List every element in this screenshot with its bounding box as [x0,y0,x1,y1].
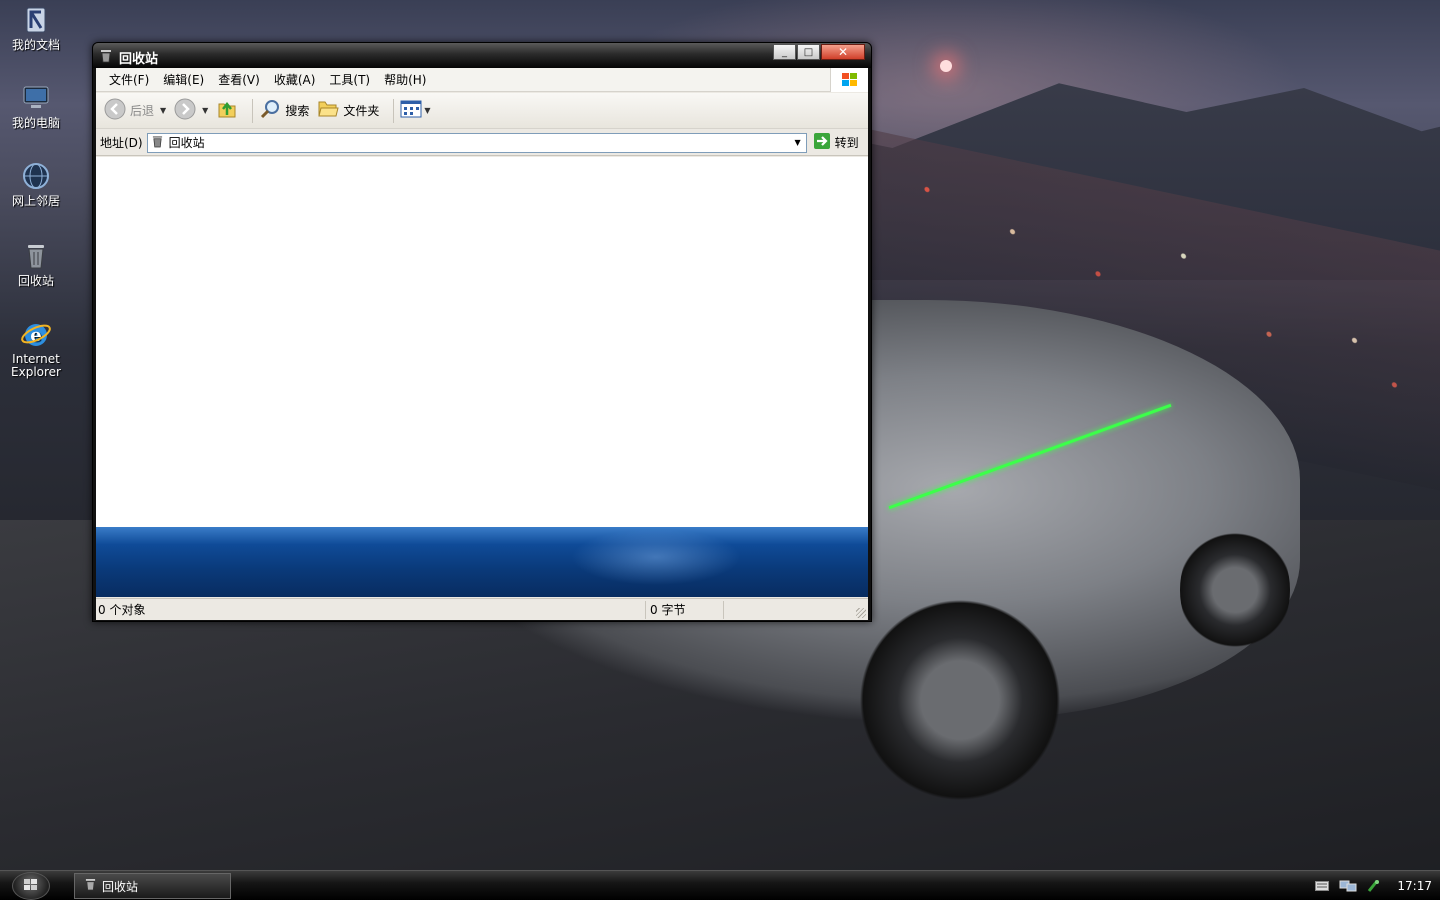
desktop-icon-label: 回收站 [17,274,54,288]
desktop-icon-label: Internet Explorer [11,352,61,379]
wallpaper-car-front-wheel [860,580,1060,820]
toolbar-separator [393,98,395,123]
windows-logo-icon [23,878,39,895]
status-bar: 0 个对象 0 字节 [96,598,868,620]
resize-grip[interactable] [856,608,866,618]
recycle-bin-icon [100,49,112,66]
go-label: 转到 [834,136,859,150]
wallpaper-car-rear-wheel [1180,520,1290,660]
address-bar: 地址(D) 回收站 ▼ 转到 [96,130,868,156]
status-object-count: 0 个对象 [96,600,646,619]
menu-favorites[interactable]: 收藏(A) [267,69,323,90]
maximize-icon: □ [803,46,814,58]
back-dropdown-icon[interactable]: ▼ [160,106,166,115]
window-client-area: 文件(F) 编辑(E) 查看(V) 收藏(A) 工具(T) 帮助(H) 后退 ▼ [96,68,868,620]
standard-toolbar: 后退 ▼ ▼ 搜索 文件夹 ▼ [96,93,868,129]
desktop-icon-label: 我的电脑 [11,116,60,130]
desktop-icon-label: 网上邻居 [11,194,60,208]
start-button[interactable] [12,872,50,900]
go-button[interactable]: 转到 [813,132,859,153]
file-list-area[interactable] [96,157,868,597]
system-tray: 17:17 [1315,871,1440,900]
desktop-icon-recycle-bin[interactable]: 回收站 [4,240,68,288]
desktop-icon-my-computer[interactable]: 我的电脑 [4,82,68,130]
recycle-bin-icon [152,135,163,151]
taskbar-button-recycle-bin[interactable]: 回收站 [74,873,231,899]
windows-flag-icon [830,68,868,92]
menu-view[interactable]: 查看(V) [211,69,267,90]
my-documents-icon [20,4,52,36]
taskbar-button-label: 回收站 [102,879,139,894]
desktop-icon-my-documents[interactable]: 我的文档 [4,4,68,52]
content-banner [96,527,868,597]
toolbar-separator [252,98,254,123]
desktop-icon-internet-explorer[interactable]: e Internet Explorer [4,318,68,379]
menu-tools[interactable]: 工具(T) [322,69,377,90]
search-button[interactable]: 搜索 [259,98,309,123]
folder-icon [317,99,339,122]
recycle-bin-window[interactable]: 回收站 _ □ ✕ 文件(F) 编辑(E) 查看(V) 收藏(A) 工具(T) … [92,42,872,622]
back-button[interactable]: 后退 ▼ [104,98,166,123]
close-icon: ✕ [837,45,849,59]
forward-button[interactable]: ▼ [174,98,208,123]
go-arrow-icon [813,132,831,153]
folders-label: 文件夹 [343,104,380,118]
recycle-bin-icon [85,878,96,894]
network-tray-icon[interactable] [1339,879,1357,893]
address-label: 地址(D) [100,136,143,150]
taskbar-clock[interactable]: 17:17 [1397,879,1432,893]
up-folder-icon [216,98,238,123]
menu-help[interactable]: 帮助(H) [377,69,433,90]
views-dropdown-icon[interactable]: ▼ [424,106,430,115]
views-icon [400,99,422,122]
my-computer-icon [20,82,52,114]
search-icon [259,98,281,123]
menu-file[interactable]: 文件(F) [102,69,156,90]
menu-edit[interactable]: 编辑(E) [156,69,211,90]
menu-bar: 文件(F) 编辑(E) 查看(V) 收藏(A) 工具(T) 帮助(H) [96,68,868,92]
back-arrow-icon [104,98,126,123]
window-caption-buttons: _ □ ✕ [772,44,865,60]
status-zone [724,601,864,619]
desktop-icon-label: 我的文档 [11,38,60,52]
folders-button[interactable]: 文件夹 [317,99,379,122]
keyboard-icon[interactable] [1315,881,1330,891]
up-folder-button[interactable] [216,98,238,123]
views-button[interactable]: ▼ [400,99,431,122]
wallpaper-sun [940,60,952,72]
search-label: 搜索 [285,104,310,118]
address-input[interactable]: 回收站 ▼ [146,132,807,153]
minimize-icon: _ [782,46,787,58]
forward-dropdown-icon[interactable]: ▼ [202,106,208,115]
address-value: 回收站 [168,136,205,150]
taskbar: 回收站 17:17 [0,870,1440,900]
close-button[interactable]: ✕ [821,44,865,60]
address-dropdown-icon[interactable]: ▼ [790,134,806,152]
status-size: 0 字节 [646,600,724,619]
network-globe-icon [20,160,52,192]
window-title: 回收站 [119,52,159,67]
desktop-icon-network[interactable]: 网上邻居 [4,160,68,208]
minimize-button[interactable]: _ [773,44,796,60]
maximize-button[interactable]: □ [797,44,820,60]
internet-explorer-icon: e [20,318,52,350]
back-label: 后退 [130,104,155,118]
recycle-bin-icon [20,240,52,272]
window-title-bar[interactable]: 回收站 _ □ ✕ [93,43,871,68]
forward-arrow-icon [174,98,196,123]
safely-remove-icon[interactable] [1367,879,1380,893]
